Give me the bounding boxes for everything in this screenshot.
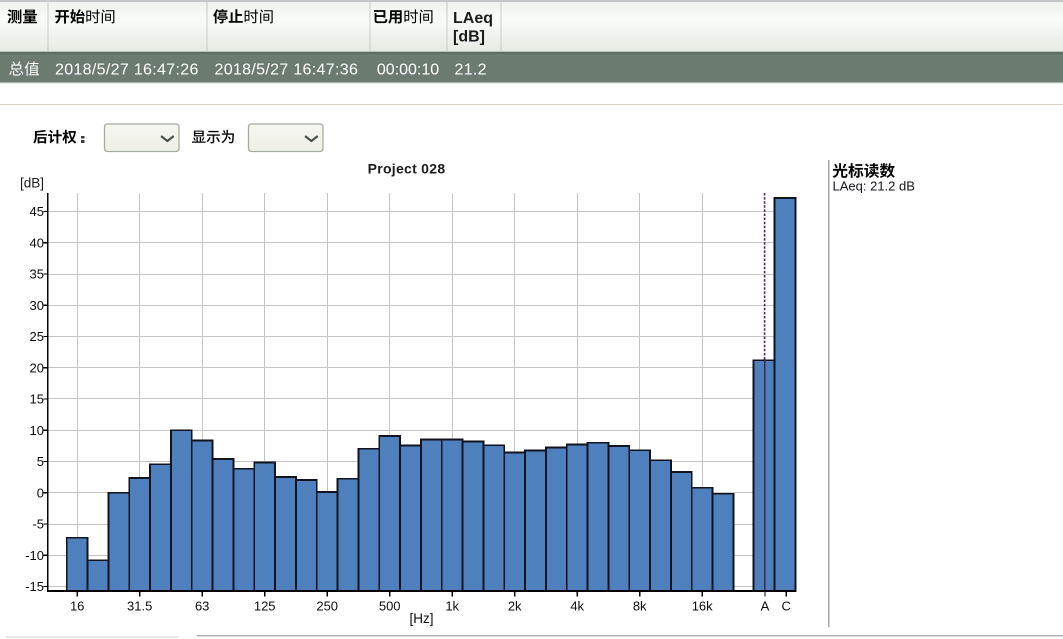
svg-text:2k: 2k <box>508 599 522 614</box>
svg-text:8k: 8k <box>633 599 647 614</box>
svg-text:5: 5 <box>37 454 44 469</box>
svg-text:LAeq: LAeq <box>453 10 493 27</box>
svg-text:-15: -15 <box>25 579 44 594</box>
svg-text:[dB]: [dB] <box>453 29 485 46</box>
svg-text:16k: 16k <box>692 599 713 614</box>
svg-text:25: 25 <box>30 329 44 344</box>
svg-text:250: 250 <box>316 599 338 614</box>
svg-text:45: 45 <box>30 204 44 219</box>
svg-text:125: 125 <box>254 599 276 614</box>
svg-text:2018/5/27 16:47:26: 2018/5/27 16:47:26 <box>55 62 199 79</box>
svg-text:4k: 4k <box>570 599 584 614</box>
svg-text:40: 40 <box>30 235 44 250</box>
svg-text:20: 20 <box>30 360 44 375</box>
svg-text:Project 028: Project 028 <box>368 161 446 177</box>
svg-text:2018/5/27 16:47:36: 2018/5/27 16:47:36 <box>215 62 359 79</box>
svg-text:[Hz]: [Hz] <box>409 611 433 626</box>
svg-text:1k: 1k <box>445 599 459 614</box>
svg-text:-10: -10 <box>25 548 44 563</box>
svg-text:00:00:10: 00:00:10 <box>377 62 439 79</box>
svg-text:LAeq: 21.2 dB: LAeq: 21.2 dB <box>833 179 915 194</box>
svg-text:500: 500 <box>379 599 401 614</box>
svg-text:C: C <box>782 599 791 614</box>
svg-text:21.2: 21.2 <box>455 62 487 79</box>
svg-text:16: 16 <box>70 599 84 614</box>
svg-text:30: 30 <box>30 298 44 313</box>
svg-text:-5: -5 <box>32 517 44 532</box>
svg-text:35: 35 <box>30 267 44 282</box>
svg-text:0: 0 <box>37 485 44 500</box>
svg-text:[dB]: [dB] <box>20 175 44 190</box>
svg-text:15: 15 <box>30 392 44 407</box>
svg-text:63: 63 <box>195 599 209 614</box>
svg-text:A: A <box>761 599 770 614</box>
svg-text:31.5: 31.5 <box>127 599 152 614</box>
svg-text:10: 10 <box>30 423 44 438</box>
